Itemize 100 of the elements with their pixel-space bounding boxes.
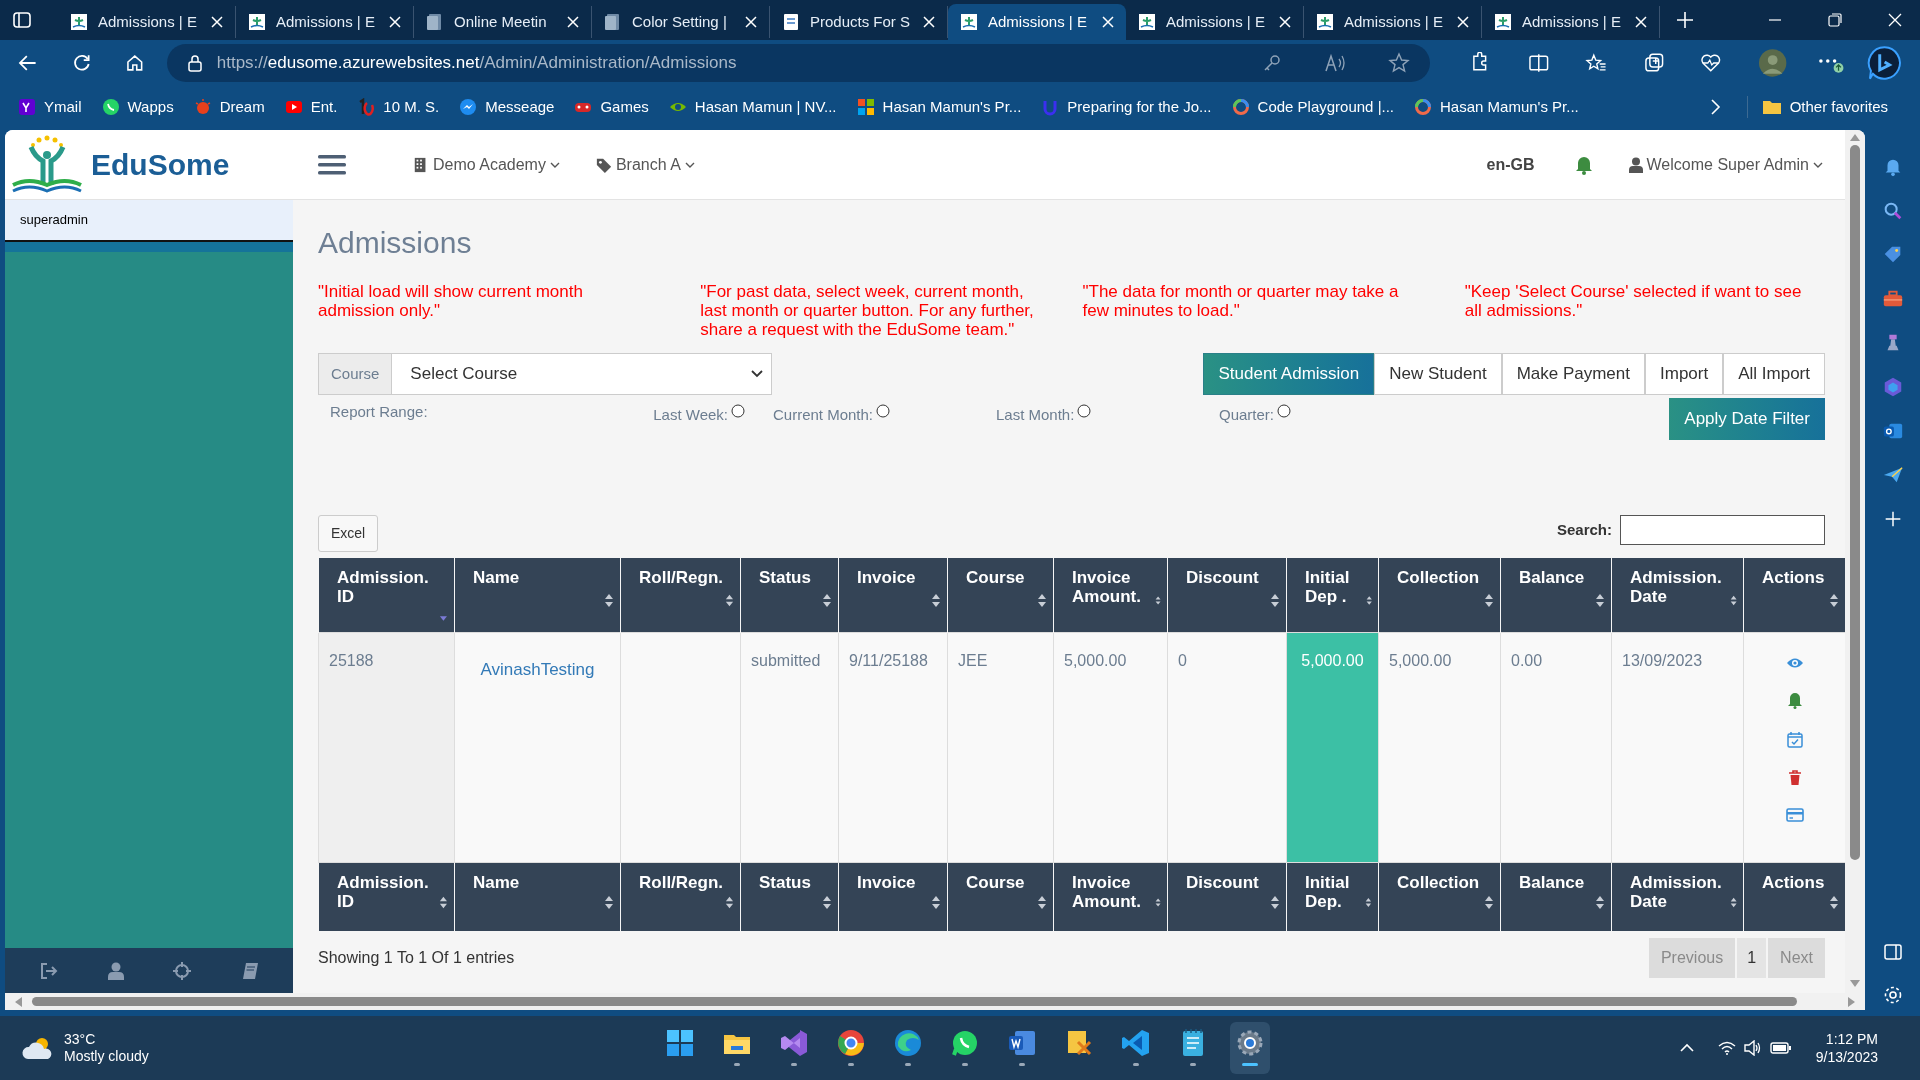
browser-tab[interactable]: Online Meetin: [414, 6, 592, 38]
close-icon[interactable]: [1279, 16, 1291, 28]
code-editor-icon[interactable]: [1121, 1028, 1151, 1058]
split-screen-icon[interactable]: [1527, 52, 1550, 74]
action-button[interactable]: New Student: [1374, 353, 1502, 395]
bookmark[interactable]: Preparing for the Jo...: [1041, 95, 1212, 119]
sort-icon[interactable]: [1829, 592, 1839, 608]
credit-card-icon[interactable]: [1785, 808, 1804, 822]
browser-icon[interactable]: [893, 1028, 923, 1058]
close-icon[interactable]: [567, 16, 579, 28]
bell-icon[interactable]: [1574, 154, 1593, 175]
dropdown-menu[interactable]: Demo Academy: [413, 152, 560, 177]
close-icon[interactable]: [211, 16, 223, 28]
close-icon[interactable]: [1457, 16, 1469, 28]
radio-button[interactable]: [876, 404, 891, 418]
user-menu[interactable]: Welcome Super Admin: [1628, 152, 1823, 177]
action-button[interactable]: Import: [1645, 353, 1724, 395]
column-header[interactable]: Roll/Regn.: [620, 862, 741, 931]
close-icon[interactable]: [1888, 13, 1902, 27]
sort-icon[interactable]: [1595, 894, 1605, 910]
crosshair-icon[interactable]: [172, 960, 193, 981]
column-header[interactable]: Balance: [1500, 862, 1612, 931]
column-header[interactable]: Invoice: [838, 862, 948, 931]
bookmark[interactable]: Hasan Mamun's Pr...: [856, 95, 1022, 119]
column-header[interactable]: Collection: [1378, 558, 1501, 633]
restore-icon[interactable]: [1828, 13, 1842, 27]
vertical-scrollbar[interactable]: [1845, 130, 1865, 993]
browser-tab[interactable]: Admissions | E: [1482, 6, 1660, 38]
browser-tab[interactable]: Admissions | E: [948, 4, 1126, 40]
view-eye-icon[interactable]: [1785, 657, 1804, 669]
bookmark[interactable]: Code Playground |...: [1231, 95, 1395, 119]
sort-icon[interactable]: [725, 592, 734, 608]
radio-button[interactable]: [1077, 404, 1092, 418]
search-field[interactable]: [1620, 515, 1825, 545]
clock[interactable]: 1:12 PM 9/13/2023: [1815, 1030, 1878, 1066]
wifi-icon[interactable]: [1717, 1041, 1736, 1055]
sort-icon[interactable]: [822, 592, 832, 608]
close-icon[interactable]: [1635, 16, 1647, 28]
column-header[interactable]: Status: [740, 862, 839, 931]
document-icon[interactable]: [1007, 1028, 1037, 1058]
chat-bubble-icon[interactable]: [950, 1028, 980, 1058]
column-header[interactable]: Collection: [1378, 862, 1501, 931]
sort-icon[interactable]: [931, 592, 941, 608]
bookmark[interactable]: Ent.: [284, 95, 338, 119]
sort-icon[interactable]: [1270, 894, 1280, 910]
pagination-button[interactable]: 1: [1737, 938, 1767, 978]
user-icon[interactable]: [107, 961, 124, 980]
browser-tab[interactable]: Products For S: [770, 6, 948, 38]
bookmark[interactable]: Hasan Mamun's Pr...: [1414, 95, 1579, 119]
browser-tab[interactable]: Admissions | E: [58, 6, 236, 38]
chat-assistant-icon[interactable]: [1866, 45, 1902, 81]
bookmark[interactable]: Games: [574, 95, 649, 119]
speaker-icon[interactable]: [1743, 1040, 1762, 1056]
radio-button[interactable]: [731, 404, 745, 418]
action-button[interactable]: Make Payment: [1501, 353, 1645, 395]
radio-option[interactable]: Quarter:: [1219, 398, 1442, 427]
sort-icon[interactable]: [725, 894, 734, 910]
radio-button[interactable]: [1277, 404, 1292, 418]
bookmark[interactable]: Ymail: [18, 95, 82, 119]
battery-icon[interactable]: [1769, 1041, 1792, 1055]
student-name-link[interactable]: AvinashTesting: [480, 660, 595, 679]
read-aloud-icon[interactable]: [1324, 53, 1347, 73]
close-icon[interactable]: [389, 16, 401, 28]
chevron-up-icon[interactable]: [1679, 1043, 1694, 1053]
sort-icon[interactable]: [1270, 592, 1280, 608]
radio-option[interactable]: Last Week:: [550, 398, 773, 427]
sort-icon[interactable]: [1037, 592, 1047, 608]
collections-icon[interactable]: [1642, 52, 1665, 74]
close-icon[interactable]: [1102, 16, 1114, 28]
radio-option[interactable]: Current Month:: [773, 398, 996, 427]
weather-widget[interactable]: 33°C Mostly cloudy: [22, 1031, 149, 1065]
sign-out-icon[interactable]: [39, 961, 60, 980]
column-header[interactable]: Invoice Amount.: [1053, 862, 1168, 931]
bookmark[interactable]: Messeage: [459, 95, 555, 119]
sort-icon[interactable]: [1484, 592, 1494, 608]
sidebar-toggle-icon[interactable]: [1882, 942, 1903, 962]
column-header[interactable]: Status: [740, 558, 839, 633]
column-header[interactable]: Invoice: [838, 558, 948, 633]
menu-icon[interactable]: [317, 152, 347, 177]
new-tab-icon[interactable]: [1676, 11, 1694, 29]
close-icon[interactable]: [923, 16, 935, 28]
column-header[interactable]: Invoice Amount.: [1053, 558, 1168, 633]
column-header[interactable]: Admission. ID: [318, 862, 455, 931]
column-header[interactable]: Course: [947, 862, 1054, 931]
column-header[interactable]: Balance: [1500, 558, 1612, 633]
book-icon[interactable]: [240, 961, 259, 980]
column-header[interactable]: Admission. Date: [1611, 862, 1744, 931]
ribbon-icon[interactable]: [779, 1028, 809, 1058]
column-header[interactable]: Discount: [1167, 558, 1287, 633]
bookmark[interactable]: Hasan Mamun | NV...: [668, 95, 837, 119]
dropdown-menu[interactable]: Branch A: [595, 152, 695, 177]
sort-icon[interactable]: [439, 894, 448, 910]
bookmark-folder[interactable]: Other favorites: [1746, 95, 1888, 119]
bell-icon[interactable]: [1786, 691, 1803, 709]
column-header[interactable]: Name: [454, 862, 621, 931]
column-header[interactable]: Discount: [1167, 862, 1287, 931]
trash-icon[interactable]: [1787, 770, 1802, 786]
bookmark[interactable]: 10 M. S.: [357, 95, 440, 119]
gear-icon[interactable]: [1235, 1028, 1265, 1058]
sort-icon[interactable]: [1484, 894, 1494, 910]
